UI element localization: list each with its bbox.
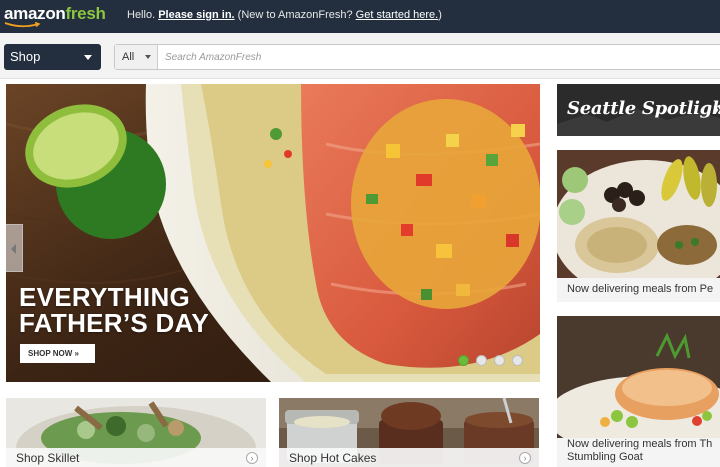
greeting-close: ) — [438, 9, 442, 21]
mediterranean-platter-image — [557, 150, 720, 278]
top-header: amazonfresh Hello. Please sign in. (New … — [0, 0, 720, 33]
amazonfresh-logo[interactable]: amazonfresh — [4, 4, 106, 24]
shop-hot-cakes-label: Shop Hot Cakes — [289, 451, 377, 465]
fish-dish-image — [557, 316, 720, 438]
meal-card-1[interactable]: Now delivering meals from Pe — [557, 150, 720, 302]
get-started-link[interactable]: Get started here. — [356, 9, 439, 21]
chevron-right-icon[interactable]: › — [246, 452, 258, 464]
shop-dropdown-label: Shop — [10, 49, 41, 64]
meal-card-2-caption-line2: Stumbling Goat — [567, 451, 643, 463]
chevron-down-icon — [145, 55, 151, 59]
slider-dot-3[interactable] — [494, 355, 505, 366]
seattle-spotlight-banner[interactable]: Seattle Spotlight » — [557, 84, 720, 136]
meal-card-2[interactable]: Now delivering meals from Th Stumbling G… — [557, 316, 720, 467]
nav-row: Shop All — [0, 33, 720, 79]
search-category-select[interactable]: All — [115, 45, 158, 69]
slider-dot-2[interactable] — [476, 355, 487, 366]
meal-card-2-caption-line1: Now delivering meals from Th — [567, 438, 713, 450]
greeting-new: (New to AmazonFresh? — [237, 9, 353, 21]
chevron-right-icon[interactable]: › — [519, 452, 531, 464]
slider-dot-4[interactable] — [512, 355, 523, 366]
search-input[interactable] — [165, 49, 705, 65]
meal-card-1-caption: Now delivering meals from Pe — [567, 283, 714, 295]
shop-dropdown[interactable]: Shop — [4, 44, 101, 70]
spotlight-title: Seattle Spotlight — [567, 98, 720, 119]
logo-smile-icon — [4, 22, 41, 28]
greeting-text: Hello. Please sign in. (New to AmazonFre… — [127, 9, 442, 21]
chevron-left-icon — [11, 244, 16, 254]
spotlight-arrow-icon: » — [713, 99, 720, 120]
shop-now-button[interactable]: SHOP NOW » — [20, 344, 95, 363]
greeting-hello: Hello. — [127, 9, 156, 21]
chevron-down-icon — [84, 55, 92, 60]
logo-amazon-text: amazon — [4, 4, 66, 23]
search-category-label: All — [122, 51, 135, 63]
hero-banner[interactable]: EVERYTHING FATHER’S DAY SHOP NOW » — [6, 84, 540, 382]
slider-dot-1[interactable] — [458, 355, 469, 366]
shop-hot-cakes-card[interactable]: Shop Hot Cakes › — [279, 398, 539, 467]
shop-skillet-label: Shop Skillet — [16, 451, 80, 465]
sign-in-link[interactable]: Please sign in. — [158, 9, 234, 21]
shop-skillet-card[interactable]: Shop Skillet › — [6, 398, 266, 467]
hero-title-line2: FATHER’S DAY — [19, 308, 209, 338]
slider-prev-button[interactable] — [6, 224, 23, 272]
logo-fresh-text: fresh — [65, 4, 106, 23]
hero-title: EVERYTHING FATHER’S DAY — [19, 284, 209, 336]
hero-title-line1: EVERYTHING — [19, 282, 191, 312]
search-bar: All — [114, 44, 720, 70]
